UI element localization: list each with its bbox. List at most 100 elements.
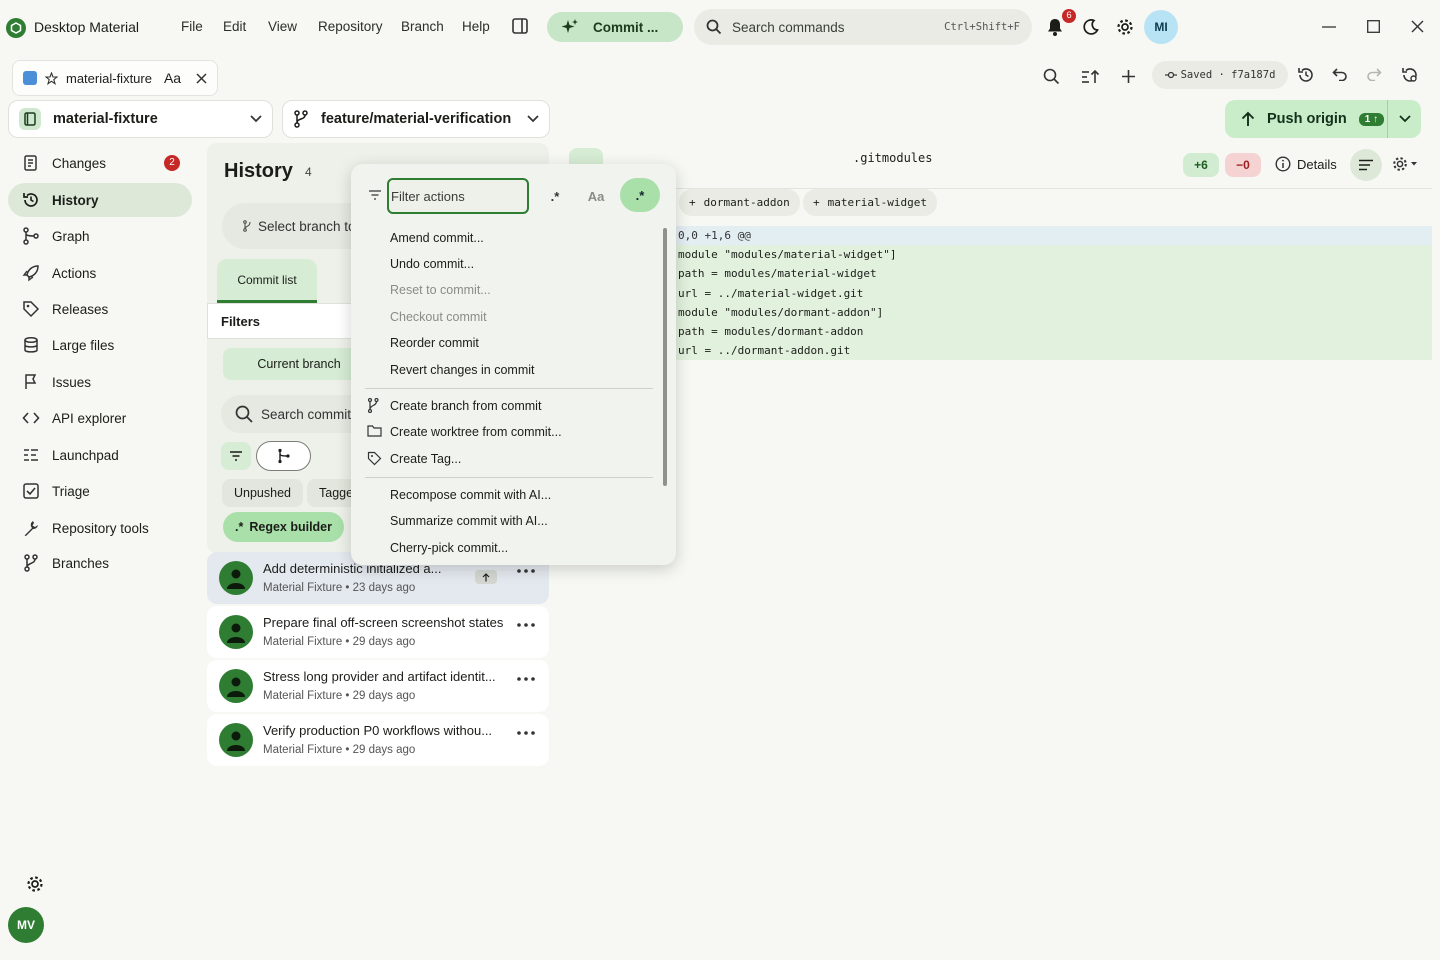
filter-actions-input[interactable] xyxy=(387,178,529,214)
close-tab-icon[interactable] xyxy=(196,72,207,84)
sidebar-user-avatar[interactable]: MV xyxy=(8,907,44,943)
diff-line-added: module "modules/material-widget"] xyxy=(567,245,1432,265)
chevron-down-icon xyxy=(1398,115,1411,123)
sidebar-item-history[interactable]: History xyxy=(8,183,192,217)
sidebar-item-large-files[interactable]: Large files xyxy=(8,328,192,362)
menu-item-recompose-ai[interactable]: Recompose commit with AI... xyxy=(361,482,659,508)
sidebar-item-label: Issues xyxy=(52,374,92,390)
menu-item-checkout-commit: Checkout commit xyxy=(390,310,487,324)
saved-status[interactable]: Saved · f7a187d xyxy=(1152,61,1288,89)
history-settings-icon[interactable] xyxy=(1401,66,1419,84)
more-options-icon[interactable] xyxy=(517,569,535,573)
sparkle-icon xyxy=(561,18,579,36)
more-options-icon[interactable] xyxy=(517,623,535,627)
diff-settings-gear-icon[interactable] xyxy=(1392,156,1420,172)
maximize-icon[interactable] xyxy=(1367,20,1380,33)
graph-icon xyxy=(22,227,40,245)
sidebar-item-changes[interactable]: Changes 2 xyxy=(8,146,192,180)
menu-view[interactable]: View xyxy=(268,19,297,34)
sidebar-item-actions[interactable]: Actions xyxy=(8,256,192,290)
commit-pill-label: Commit ... xyxy=(593,19,659,35)
sidebar-item-launchpad[interactable]: Launchpad xyxy=(8,438,192,472)
sidebar-item-repository-tools[interactable]: Repository tools xyxy=(8,511,192,545)
push-origin-button[interactable]: Push origin 1 ↑ xyxy=(1225,100,1421,138)
sidebar-settings-gear-icon[interactable] xyxy=(26,875,44,893)
menu-item-create-branch[interactable]: Create branch from commit xyxy=(361,393,659,419)
branch-selector[interactable]: feature/material-verification xyxy=(282,100,550,138)
minimize-icon[interactable] xyxy=(1322,26,1336,28)
more-options-icon[interactable] xyxy=(517,731,535,735)
diff-file-name: .gitmodules xyxy=(853,151,933,165)
redo-icon[interactable] xyxy=(1366,67,1382,81)
sidebar-item-branches[interactable]: Branches xyxy=(8,546,192,580)
commit-ai-button[interactable]: Commit ... xyxy=(547,12,683,42)
search-commits-placeholder: Search commits xyxy=(261,406,358,422)
table-row[interactable]: Stress long provider and artifact identi… xyxy=(207,660,549,712)
unpushed-arrow-icon xyxy=(475,570,497,584)
search-icon[interactable] xyxy=(1043,68,1060,85)
diff-layout-button[interactable] xyxy=(1350,149,1382,181)
diff-line-added: path = modules/dormant-addon xyxy=(567,321,1432,342)
menu-item-cherry-pick[interactable]: Cherry-pick commit... xyxy=(361,535,659,561)
table-row[interactable]: Verify production P0 workflows withou...… xyxy=(207,714,549,766)
regex-builder-button[interactable]: .* Regex builder xyxy=(223,512,345,542)
module-chip-dormant-addon[interactable]: + dormant-addon xyxy=(679,189,800,216)
repo-tab[interactable]: material-fixture Aa xyxy=(12,60,218,96)
sidebar-item-triage[interactable]: Triage xyxy=(8,474,192,508)
diff-line-added: url = ../material-widget.git xyxy=(567,283,1432,303)
bell-icon[interactable] xyxy=(1045,17,1065,37)
menu-help[interactable]: Help xyxy=(462,19,490,34)
user-avatar[interactable]: MI xyxy=(1144,10,1178,44)
table-row[interactable]: Prepare final off-screen screenshot stat… xyxy=(207,606,549,658)
regex-toggle[interactable]: .* xyxy=(537,180,573,212)
history-restore-icon[interactable] xyxy=(1297,66,1315,84)
sidebar-item-graph[interactable]: Graph xyxy=(8,219,192,253)
branch-icon xyxy=(277,448,291,464)
sidebar-item-label: Branches xyxy=(52,555,110,571)
menu-file[interactable]: File xyxy=(181,19,203,34)
tab-commit-list[interactable]: Commit list xyxy=(217,259,317,303)
menu-item-summarize-ai[interactable]: Summarize commit with AI... xyxy=(361,508,659,534)
menu-item-undo-commit[interactable]: Undo commit... xyxy=(361,251,659,277)
more-options-icon[interactable] xyxy=(517,677,535,681)
branch-filter-button[interactable] xyxy=(256,441,311,471)
unpushed-chip[interactable]: Unpushed xyxy=(222,479,303,507)
sidebar-item-label: Triage xyxy=(52,483,90,499)
menu-item-create-tag[interactable]: Create Tag... xyxy=(361,446,659,472)
diff-line-added: module "modules/dormant-addon"] xyxy=(567,302,1432,322)
menu-branch[interactable]: Branch xyxy=(401,19,444,34)
diff-hunk-header: 0,0 +1,6 @@ xyxy=(567,226,1432,246)
menu-scrollbar[interactable] xyxy=(663,228,667,486)
command-search[interactable]: Search commands Ctrl+Shift+F xyxy=(694,9,1032,45)
star-icon[interactable] xyxy=(45,71,58,85)
add-icon[interactable] xyxy=(1121,69,1136,84)
menu-item-revert-changes[interactable]: Revert changes in commit xyxy=(361,357,659,383)
dark-mode-icon[interactable] xyxy=(1082,18,1100,36)
close-window-icon[interactable] xyxy=(1411,20,1424,33)
module-chip-material-widget[interactable]: + material-widget xyxy=(803,189,937,216)
filter-toggle-button[interactable] xyxy=(221,442,251,470)
settings-gear-icon[interactable] xyxy=(1116,18,1134,36)
match-case-toggle[interactable]: Aa xyxy=(578,180,614,212)
details-button[interactable]: Details xyxy=(1275,156,1337,172)
tagged-chip[interactable]: Tagge xyxy=(307,479,351,507)
font-size-icon[interactable]: Aa xyxy=(164,70,181,86)
regex-builder-label: Regex builder xyxy=(249,520,333,534)
menu-edit[interactable]: Edit xyxy=(223,19,246,34)
sidebar-item-releases[interactable]: Releases xyxy=(8,292,192,326)
undo-icon[interactable] xyxy=(1332,67,1348,81)
menu-item-reorder-commit[interactable]: Reorder commit xyxy=(361,330,659,356)
repo-selector[interactable]: material-fixture xyxy=(8,100,273,138)
sidebar-item-issues[interactable]: Issues xyxy=(8,365,192,399)
sidebar-item-label: History xyxy=(52,192,99,208)
sidebar-item-api-explorer[interactable]: API explorer xyxy=(8,401,192,435)
menu-item-create-worktree[interactable]: Create worktree from commit... xyxy=(361,419,659,445)
sort-upload-icon[interactable] xyxy=(1081,68,1099,85)
menu-repository[interactable]: Repository xyxy=(318,19,383,34)
repo-file-icon xyxy=(23,71,37,85)
regex-active-toggle[interactable]: .* xyxy=(620,178,660,212)
push-origin-main[interactable]: Push origin 1 ↑ xyxy=(1225,100,1387,138)
menu-item-amend-commit[interactable]: Amend commit... xyxy=(361,225,659,251)
toggle-panel-icon[interactable] xyxy=(511,17,529,35)
push-options-button[interactable] xyxy=(1387,100,1421,138)
